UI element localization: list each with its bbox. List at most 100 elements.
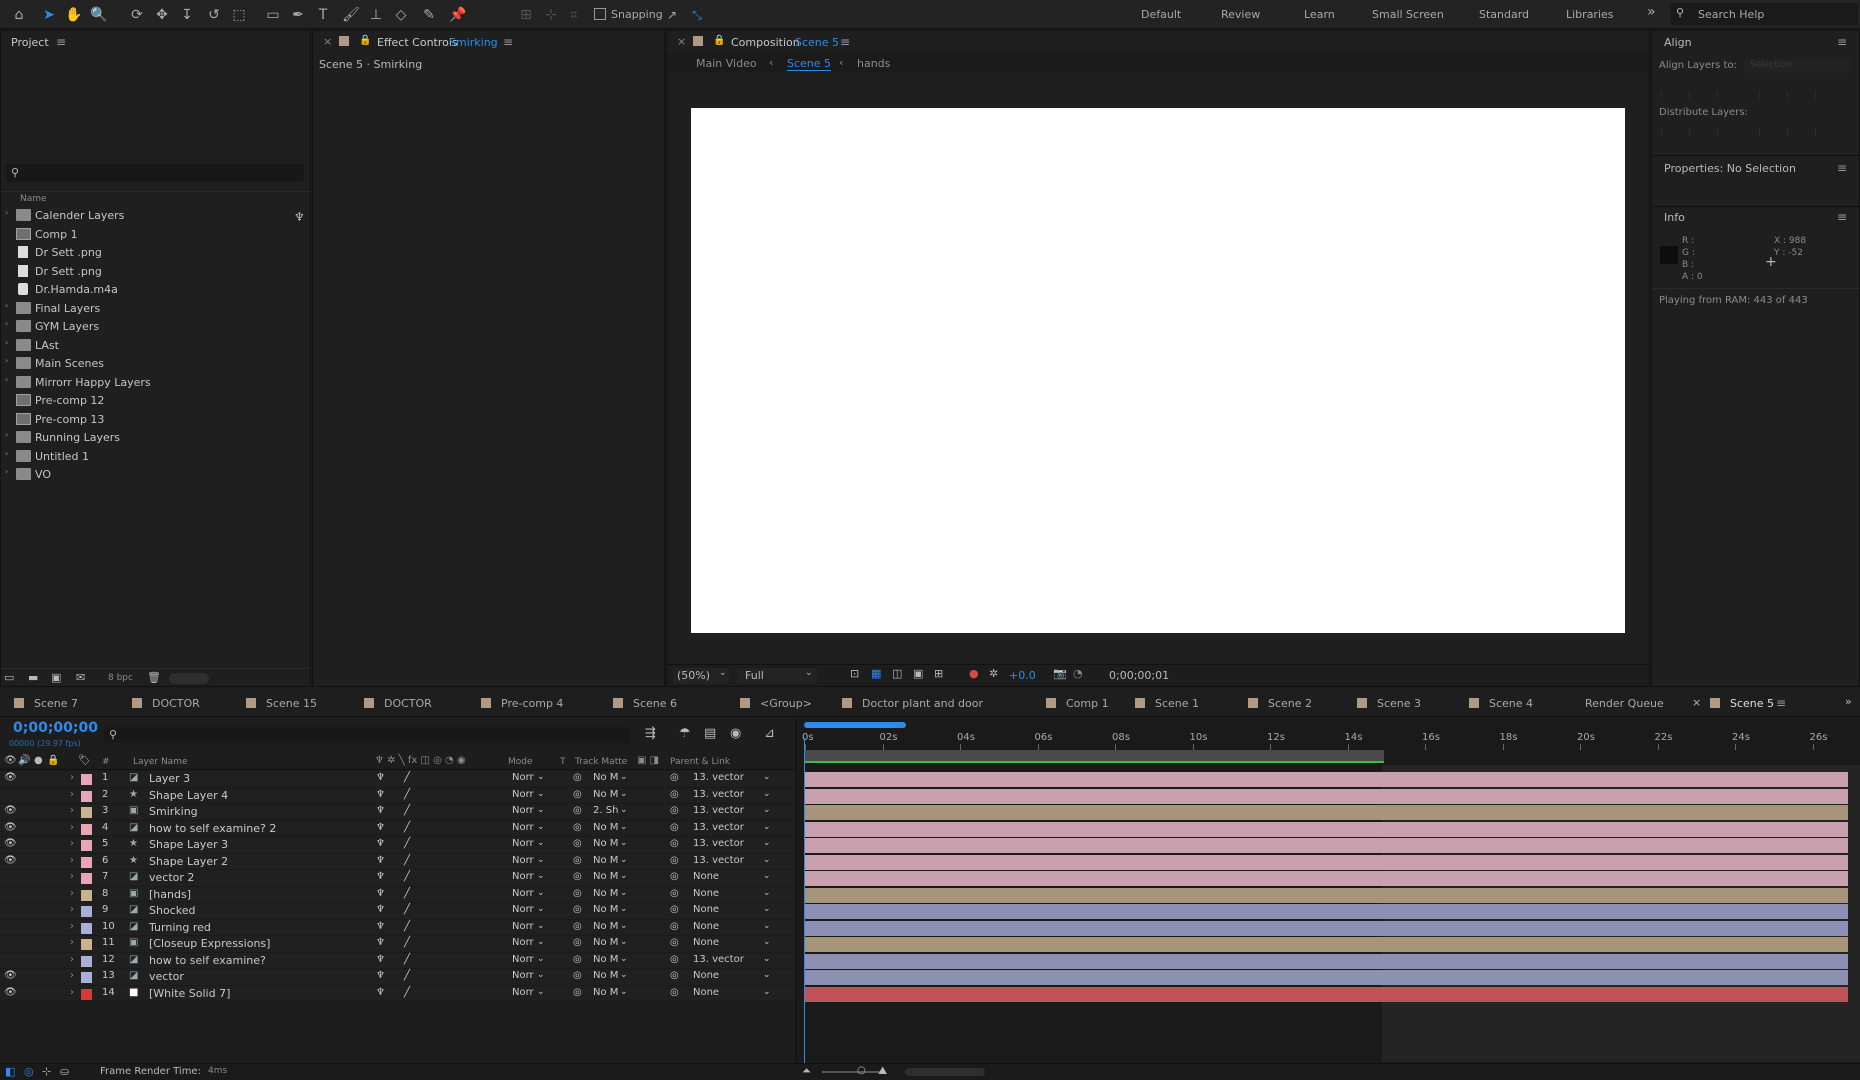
shy-icon[interactable]: ♆ xyxy=(376,954,385,965)
mode-dropdown[interactable]: Norr xyxy=(512,789,534,800)
layer-name[interactable]: [White Solid 7] xyxy=(149,987,230,1000)
composition-menu-icon[interactable]: ≡ xyxy=(840,35,850,49)
shy-icon[interactable]: ♆ xyxy=(376,772,385,783)
preserve-transparency-icon[interactable]: ◎ xyxy=(573,954,582,965)
parent-link-column[interactable]: Parent & Link xyxy=(670,757,730,767)
quality-icon[interactable]: ╱ xyxy=(404,789,410,800)
mode-dropdown[interactable]: Norr xyxy=(512,772,534,783)
align-button-icon[interactable]: ⫶ xyxy=(1786,89,1789,103)
project-item[interactable]: › VO xyxy=(1,465,309,483)
quality-icon[interactable]: ╱ xyxy=(404,838,410,849)
show-snapshot-icon[interactable]: ◔ xyxy=(1073,667,1083,680)
layer-label-color[interactable] xyxy=(81,922,92,934)
preserve-transparency-icon[interactable]: ◎ xyxy=(573,970,582,981)
type-tool-icon[interactable]: T xyxy=(312,4,334,26)
parent-dropdown[interactable]: 13. vector xyxy=(693,822,744,833)
pick-whip-icon[interactable]: ◎ xyxy=(670,772,679,783)
track-matte-dropdown[interactable]: No M xyxy=(593,954,618,965)
project-item[interactable]: › Calender Layers xyxy=(1,206,309,224)
breadcrumb-hands[interactable]: hands xyxy=(857,57,890,70)
zoom-in-icon[interactable]: ⛰ xyxy=(878,1064,887,1078)
effect-controls-menu-icon[interactable]: ≡ xyxy=(503,35,513,49)
timeline-search-input[interactable]: ⚲ xyxy=(104,727,630,743)
chevron-right-icon[interactable]: › xyxy=(70,871,74,882)
tab-comp-1[interactable]: Comp 1 xyxy=(1046,697,1109,710)
layer-row[interactable]: 👁 › 5 ★ Shape Layer 3 ♆ ╱ Norr ⌄ ◎ No M ⌄ ◎ 13. vecto… xyxy=(0,837,795,854)
mode-dropdown[interactable]: Norr xyxy=(512,937,534,948)
layer-label-color[interactable] xyxy=(81,873,92,884)
track-matte-dropdown[interactable]: No M xyxy=(593,871,618,882)
shy-icon[interactable]: ♆ xyxy=(376,822,385,833)
track-matte-dropdown[interactable]: 2. Sh xyxy=(593,805,618,816)
snapping-checkbox[interactable] xyxy=(594,8,606,20)
exposure-value[interactable]: +0.0 xyxy=(1009,669,1036,682)
layer-name[interactable]: [hands] xyxy=(149,888,191,901)
rectangle-tool-icon[interactable]: ▭ xyxy=(262,4,284,26)
search-help-input[interactable]: ⚲ Search Help xyxy=(1670,3,1858,25)
track-matte-dropdown[interactable]: No M xyxy=(593,921,618,932)
preserve-transparency-icon[interactable]: ◎ xyxy=(573,838,582,849)
chevron-right-icon[interactable]: › xyxy=(5,375,8,384)
shy-icon[interactable]: ♆ xyxy=(376,871,385,882)
align-button-icon[interactable]: ⫶ xyxy=(1716,89,1719,103)
chevron-right-icon[interactable]: › xyxy=(5,449,8,458)
composition-mini-flowchart-icon[interactable]: ⇶ xyxy=(645,726,656,741)
shy-icon[interactable]: ♆ xyxy=(376,937,385,948)
tab-render-queue[interactable]: Render Queue xyxy=(1585,697,1664,710)
pan-behind-tool-icon[interactable]: ⬚ xyxy=(228,4,250,26)
visibility-eye-icon[interactable]: 👁 xyxy=(4,805,17,816)
layer-row[interactable]: 👁 › 6 ★ Shape Layer 2 ♆ ╱ Norr ⌄ ◎ No M ⌄ ◎ 13. vecto… xyxy=(0,853,795,870)
chevron-right-icon[interactable]: › xyxy=(5,338,8,347)
visibility-eye-icon[interactable]: 👁 xyxy=(4,855,17,866)
transfer-controls-icon[interactable]: ◎ xyxy=(24,1065,34,1078)
view-axis-icon[interactable]: ⌗ xyxy=(563,4,585,26)
quality-icon[interactable]: ╱ xyxy=(404,772,410,783)
pick-whip-icon[interactable]: ◎ xyxy=(670,871,679,882)
timeline-scrollbar[interactable] xyxy=(905,1068,985,1076)
quality-icon[interactable]: ╱ xyxy=(404,871,410,882)
layer-duration-bar[interactable] xyxy=(804,854,1848,870)
preserve-transparency-icon[interactable]: ◎ xyxy=(573,855,582,866)
layer-row[interactable]: 👁 › 1 ◪ Layer 3 ♆ ╱ Norr ⌄ ◎ No M ⌄ ◎ 13. vector ⌄ xyxy=(0,771,795,788)
project-item[interactable]: Dr.Hamda.m4a xyxy=(1,280,309,298)
layer-duration-bar[interactable] xyxy=(804,821,1848,837)
parent-dropdown[interactable]: None xyxy=(693,921,719,932)
mode-dropdown[interactable]: Norr xyxy=(512,822,534,833)
tab-scene-7[interactable]: Scene 7 xyxy=(14,697,78,710)
layer-name[interactable]: Shape Layer 4 xyxy=(149,789,228,802)
layer-name-column[interactable]: Layer Name xyxy=(133,757,188,767)
layer-name[interactable]: how to self examine? 2 xyxy=(149,822,276,835)
chevron-right-icon[interactable]: › xyxy=(5,208,8,217)
fast-previews-icon[interactable]: ⊡ xyxy=(850,667,859,680)
layer-label-color[interactable] xyxy=(81,955,92,967)
tab-scene-5[interactable]: Scene 5 xyxy=(1710,697,1774,710)
parent-dropdown[interactable]: 13. vector xyxy=(693,838,744,849)
preserve-transparency-icon[interactable]: ◎ xyxy=(573,772,582,783)
clone-stamp-tool-icon[interactable]: ⊥ xyxy=(365,4,387,26)
distribute-button-icon[interactable]: ⫶ xyxy=(1660,126,1663,140)
orbit-tool-icon[interactable]: ⟳ xyxy=(126,4,148,26)
snapshot-camera-icon[interactable]: 📷 xyxy=(1053,667,1067,680)
switches-icons[interactable]: ♆ ✲ ╲ fx ◫ ◎ ◔ ◉ xyxy=(375,755,466,766)
distribute-button-icon[interactable]: ⫶ xyxy=(1814,126,1817,140)
project-item[interactable]: › Mirrorr Happy Layers xyxy=(1,373,309,391)
quality-icon[interactable]: ╱ xyxy=(404,888,410,899)
layer-label-color[interactable] xyxy=(81,840,92,851)
tab-scene-2[interactable]: Scene 2 xyxy=(1248,697,1312,710)
color-channels-icon[interactable]: ● xyxy=(969,667,979,680)
pick-whip-icon[interactable]: ◎ xyxy=(670,954,679,965)
track-matte-dropdown[interactable]: No M xyxy=(593,987,618,998)
zoom-slider-handle[interactable]: ○ xyxy=(857,1065,866,1076)
chevron-right-icon[interactable]: › xyxy=(5,430,8,439)
eraser-tool-icon[interactable]: ◇ xyxy=(390,4,412,26)
project-search-input[interactable]: ⚲ xyxy=(6,164,304,182)
chevron-right-icon[interactable]: › xyxy=(5,467,8,476)
chevron-right-icon[interactable]: › xyxy=(5,356,8,365)
brush-tool-icon[interactable]: 🖌 xyxy=(340,4,362,26)
layer-label-color[interactable] xyxy=(81,988,92,1000)
chevron-right-icon[interactable]: › xyxy=(70,937,74,948)
effect-controls-layer[interactable]: Smirking xyxy=(449,36,498,49)
quality-icon[interactable]: ╱ xyxy=(404,822,410,833)
shy-icon[interactable]: ♆ xyxy=(376,904,385,915)
quality-icon[interactable]: ╱ xyxy=(404,937,410,948)
